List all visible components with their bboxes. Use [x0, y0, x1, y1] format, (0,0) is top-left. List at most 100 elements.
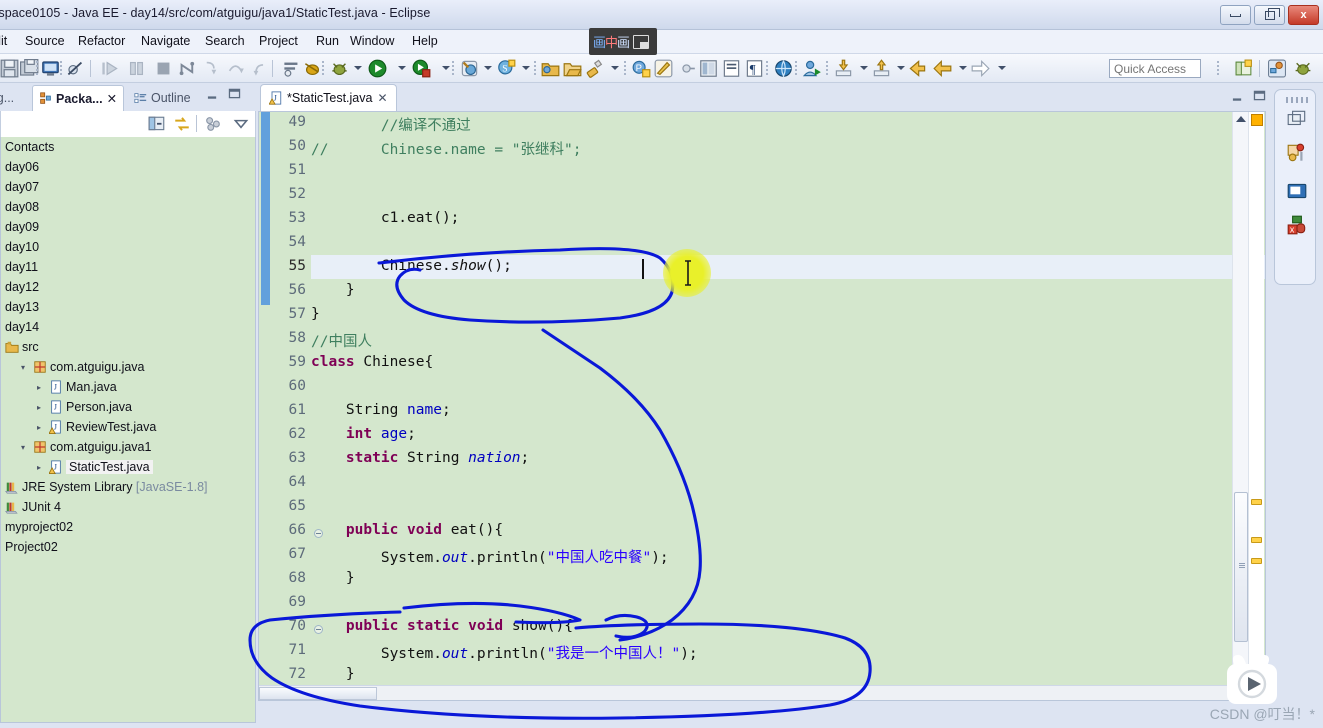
vertical-scroll-thumb[interactable] — [1234, 492, 1248, 642]
menu-item-source[interactable]: Source — [25, 34, 65, 48]
tab-navigator[interactable]: ig... — [0, 85, 20, 111]
expand-arrow-icon[interactable]: ▾ — [21, 363, 25, 372]
debug-perspective-icon[interactable]: x — [1286, 214, 1308, 236]
new-package-icon[interactable]: P — [632, 59, 651, 78]
collapse-arrow-icon[interactable]: ▸ — [37, 423, 41, 432]
collapse-all-icon[interactable] — [148, 115, 166, 133]
menu-item-navigate[interactable]: Navigate — [141, 34, 190, 48]
search-icon[interactable]: S — [497, 59, 516, 78]
menu-item-window[interactable]: Window — [350, 34, 394, 48]
new-annotation-icon[interactable] — [654, 59, 673, 78]
tree-item-project02[interactable]: Project02 — [1, 537, 255, 557]
menu-item-refactor[interactable]: Refactor — [78, 34, 125, 48]
expand-arrow-icon[interactable]: ▾ — [21, 443, 25, 452]
tree-item-src[interactable]: src — [1, 337, 255, 357]
maximize-editor-icon[interactable] — [1253, 90, 1266, 101]
collapse-arrow-icon[interactable]: ▸ — [37, 403, 41, 412]
save-icon[interactable] — [0, 59, 19, 78]
overview-marker[interactable] — [1251, 558, 1262, 564]
tree-item-day08[interactable]: day08 — [1, 197, 255, 217]
new-java-project-icon[interactable] — [541, 59, 560, 78]
overview-marker[interactable] — [1251, 537, 1262, 543]
horizontal-scroll-thumb[interactable] — [259, 687, 377, 700]
skip-breakpoints-icon[interactable] — [282, 59, 301, 78]
new-server-icon[interactable] — [803, 59, 822, 78]
export-icon[interactable] — [834, 59, 853, 78]
open-browser-icon[interactable] — [774, 59, 793, 78]
run-icon[interactable] — [368, 59, 387, 78]
debug-icon[interactable] — [330, 59, 349, 78]
quick-access-input[interactable] — [1109, 59, 1201, 78]
view-menu-icon[interactable] — [232, 115, 250, 133]
back-icon[interactable] — [933, 59, 952, 78]
new-interface-icon[interactable] — [677, 59, 696, 78]
toggle-breakpoint-icon[interactable] — [66, 59, 85, 78]
focus-icon[interactable] — [204, 115, 222, 133]
code-text[interactable]: //编译不通过 // Chinese.name = "张继科"; c1.eat()… — [311, 112, 1265, 700]
tree-item-day10[interactable]: day10 — [1, 237, 255, 257]
minimize-button[interactable] — [1220, 5, 1251, 25]
tree-item-man-java[interactable]: ▸ J Man.java — [1, 377, 255, 397]
code-editor[interactable]: 49 50 51 52 53 54 55 56 57 58 59 60 61 62 63 64 65 66 67 68… — [258, 111, 1266, 701]
previous-annotation-icon[interactable] — [908, 59, 927, 78]
overview-ruler[interactable] — [1248, 112, 1264, 700]
overview-warning-top-icon[interactable] — [1251, 114, 1263, 126]
run-coverage-icon[interactable] — [412, 59, 431, 78]
editor-vertical-scrollbar[interactable] — [1232, 112, 1248, 700]
menu-item-edit[interactable]: dit — [0, 34, 7, 48]
menu-item-search[interactable]: Search — [205, 34, 245, 48]
import-icon[interactable] — [872, 59, 891, 78]
menu-item-run[interactable]: Run — [316, 34, 339, 48]
forward-icon[interactable] — [971, 59, 990, 78]
java-ee-perspective-icon[interactable] — [1286, 142, 1308, 164]
external-tools-icon[interactable] — [460, 59, 479, 78]
close-button[interactable]: x — [1288, 5, 1319, 25]
tab-close-icon[interactable]: ✕ — [107, 91, 117, 106]
editor-tab-statictest[interactable]: J *StaticTest.java ✕ — [260, 84, 397, 111]
tab-outline[interactable]: Outline — [128, 85, 197, 111]
java-ee-perspective-icon[interactable] — [1267, 59, 1287, 78]
collapse-arrow-icon[interactable]: ▸ — [37, 383, 41, 392]
tree-item-day06[interactable]: day06 — [1, 157, 255, 177]
tree-item-reviewtest-java[interactable]: ▸ J ReviewTest.java — [1, 417, 255, 437]
print-icon[interactable] — [41, 59, 60, 78]
tree-item-myproject02[interactable]: myproject02 — [1, 517, 255, 537]
overview-marker[interactable] — [1251, 499, 1262, 505]
editor-horizontal-scrollbar[interactable] — [259, 685, 1265, 700]
tree-item-junit-4[interactable]: JUnit 4 — [1, 497, 255, 517]
open-type-icon[interactable] — [563, 59, 582, 78]
collapse-arrow-icon[interactable]: ▸ — [37, 463, 41, 472]
menu-item-help[interactable]: Help — [412, 34, 438, 48]
tree-item-com-atguigu-java1[interactable]: ▾ com.atguigu.java1 — [1, 437, 255, 457]
picture-in-picture-icon[interactable] — [633, 34, 650, 49]
picture-in-picture-overlay[interactable]: 画中画 — [589, 28, 657, 55]
tree-item-contacts[interactable]: Contacts — [1, 137, 255, 157]
tab-package-explorer[interactable]: Packa... ✕ — [32, 85, 125, 111]
tree-item-jre-system-library[interactable]: JRE System Library [JavaSE-1.8] — [1, 477, 255, 497]
video-play-icon[interactable] — [1223, 654, 1281, 706]
minimize-editor-icon[interactable] — [1231, 92, 1244, 103]
tree-item-statictest-java[interactable]: ▸ J StaticTest.java — [1, 457, 255, 477]
restore-button[interactable] — [1254, 5, 1285, 25]
tree-item-day07[interactable]: day07 — [1, 177, 255, 197]
editor-tab-close-icon[interactable]: ✕ — [377, 91, 387, 105]
maximize-view-icon[interactable] — [228, 88, 241, 99]
java-perspective-icon[interactable] — [1286, 180, 1308, 202]
tree-item-day14[interactable]: day14 — [1, 317, 255, 337]
scroll-up-arrow[interactable] — [1236, 116, 1246, 122]
new-text-icon[interactable]: ¶ — [745, 59, 764, 78]
minimize-view-icon[interactable] — [206, 90, 219, 101]
menu-item-project[interactable]: Project — [259, 34, 298, 48]
new-enum-icon[interactable] — [699, 59, 718, 78]
new-class-icon[interactable] — [585, 59, 604, 78]
drag-handle-dots[interactable] — [1286, 97, 1308, 103]
link-with-editor-icon[interactable] — [173, 115, 191, 133]
tree-item-day11[interactable]: day11 — [1, 257, 255, 277]
debug-perspective-icon[interactable] — [1293, 59, 1313, 78]
project-tree[interactable]: Contacts day06 day07 day08 day09 day10 day11 da… — [0, 137, 256, 723]
tree-item-com-atguigu-java[interactable]: ▾ com.atguigu.java — [1, 357, 255, 377]
tree-item-day09[interactable]: day09 — [1, 217, 255, 237]
tree-item-day13[interactable]: day13 — [1, 297, 255, 317]
open-perspective-icon[interactable] — [1234, 59, 1254, 78]
tree-item-day12[interactable]: day12 — [1, 277, 255, 297]
